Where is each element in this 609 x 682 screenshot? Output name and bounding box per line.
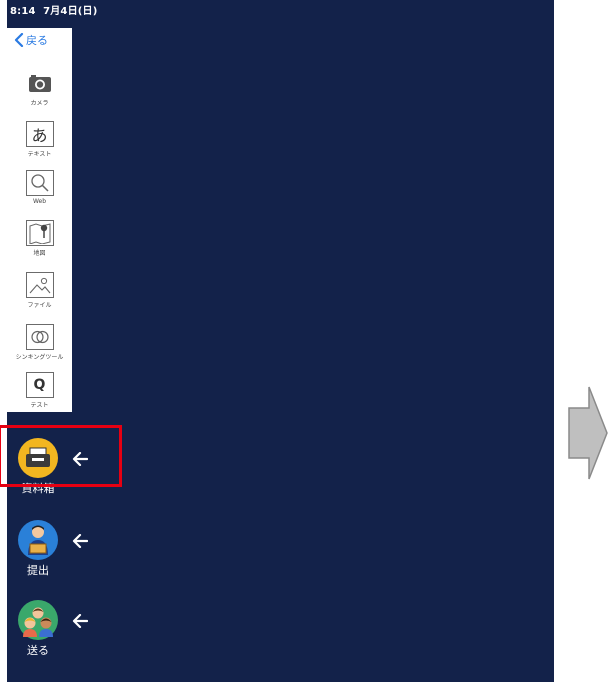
tool-web[interactable]: Web (7, 170, 72, 205)
back-label: 戻る (26, 34, 48, 47)
image-file-icon (25, 272, 54, 298)
arrow-left-icon (72, 614, 88, 628)
children-group-icon (18, 600, 58, 640)
map-pin-icon (25, 220, 54, 246)
magnifier-icon (25, 170, 54, 196)
tool-thinking[interactable]: シンキングツール (7, 324, 72, 361)
test-glyph: Q (33, 377, 46, 393)
tool-label: カメラ (30, 100, 49, 107)
student-submit-icon (18, 520, 58, 560)
ipad-screen (7, 0, 554, 682)
text-a-icon: あ (25, 121, 54, 147)
camera-icon (25, 70, 54, 96)
sidebar-item-label: 提出 (27, 564, 49, 577)
quiz-q-icon: Q (25, 372, 54, 398)
tool-label: Web (32, 198, 47, 205)
tool-test[interactable]: Q テスト (7, 372, 72, 409)
sidebar-item-label: 送る (27, 644, 49, 657)
tool-camera[interactable]: カメラ (7, 70, 72, 107)
tool-label: 地図 (33, 250, 46, 257)
status-time: 8:14 (10, 6, 36, 17)
tool-text[interactable]: あ テキスト (7, 121, 72, 158)
text-glyph: あ (31, 126, 48, 145)
arrow-left-icon (72, 534, 88, 548)
tool-file[interactable]: ファイル (7, 272, 72, 309)
tool-label: テスト (30, 402, 49, 409)
back-button[interactable]: 戻る (14, 32, 48, 48)
venn-icon (25, 324, 54, 350)
tool-map[interactable]: 地図 (7, 220, 72, 257)
sidebar-item-okuru[interactable]: 送る (18, 600, 58, 658)
tool-label: ファイル (27, 302, 52, 309)
big-right-arrow-icon (568, 386, 608, 480)
status-bar: 8:14 7月4日(日) (10, 2, 98, 17)
tool-label: テキスト (27, 151, 52, 158)
chevron-left-icon (14, 33, 24, 47)
sidebar-item-teishutsu[interactable]: 提出 (18, 520, 58, 578)
status-date: 7月4日(日) (43, 6, 98, 17)
highlight-frame (0, 425, 122, 487)
tool-label: シンキングツール (15, 354, 64, 361)
